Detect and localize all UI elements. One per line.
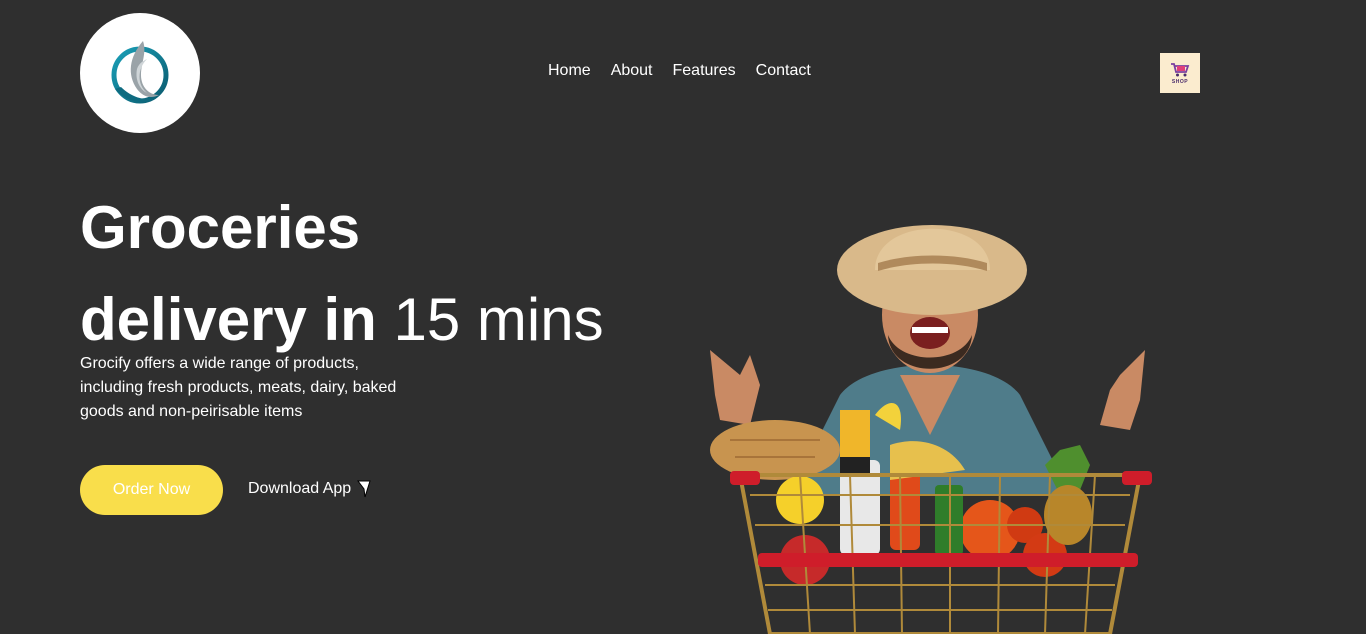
- download-app-link[interactable]: Download App: [248, 480, 371, 498]
- shopping-cart-icon: [1171, 62, 1190, 76]
- nav-features[interactable]: Features: [673, 62, 736, 80]
- hero-title-line2-bold: delivery in: [80, 286, 377, 353]
- order-now-button[interactable]: Order Now: [80, 465, 223, 515]
- nav-contact[interactable]: Contact: [756, 62, 811, 80]
- hero-description: Grocify offers a wide range of products,…: [80, 355, 397, 420]
- shop-cart-button[interactable]: SHOP: [1160, 53, 1200, 93]
- hero-title-line2-light: 15 mins: [393, 286, 604, 353]
- hero-title-line1: Groceries: [80, 194, 361, 261]
- cursor-arrow-icon: [357, 480, 371, 498]
- logo[interactable]: [80, 13, 200, 133]
- nav-home[interactable]: Home: [548, 62, 591, 80]
- hero-image-man-with-grocery-cart: [710, 225, 1152, 634]
- hero-title: Groceries delivery in 15 mins: [80, 182, 604, 366]
- shop-label: SHOP: [1171, 78, 1189, 85]
- download-app-label: Download App: [248, 480, 352, 497]
- logo-icon: [111, 41, 169, 104]
- nav-about[interactable]: About: [611, 62, 653, 80]
- main-nav: Home About Features Contact: [548, 62, 811, 80]
